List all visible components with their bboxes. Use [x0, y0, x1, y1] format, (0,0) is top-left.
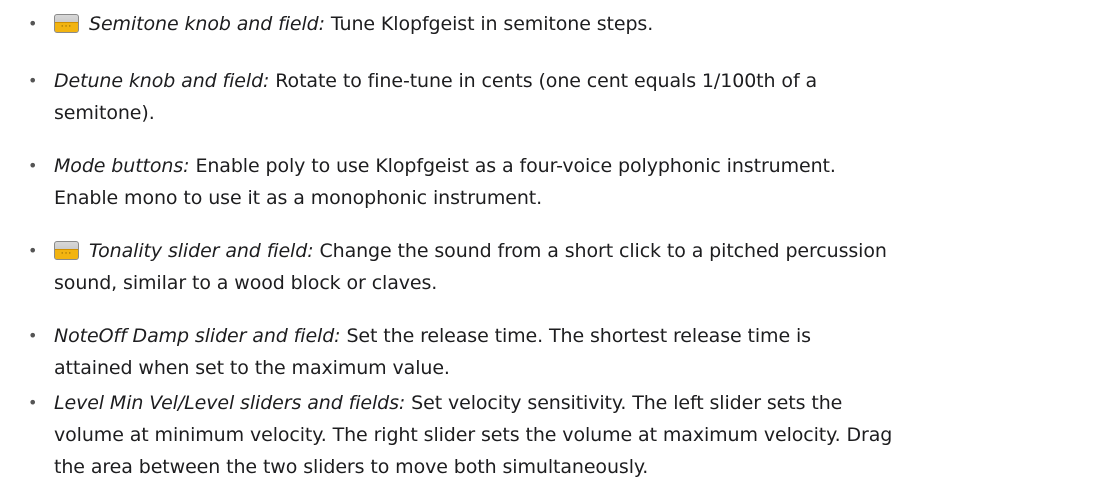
list-item-text: Level Min Vel/Level sliders and fields: …	[54, 387, 1054, 483]
item-term: Detune knob and field:	[54, 70, 270, 92]
item-description-continued: Enable mono to use it as a monophonic in…	[54, 187, 543, 209]
list-item-text-continued: sound, similar to a wood block or claves…	[54, 267, 1054, 299]
bullet-icon: •	[28, 156, 38, 175]
item-description-continued: volume at minimum velocity. The right sl…	[54, 424, 893, 446]
item-description: Set the release time. The shortest relea…	[346, 325, 811, 347]
item-term: NoteOff Damp slider and field:	[54, 325, 341, 347]
item-description: Change the sound from a short click to a…	[319, 240, 887, 262]
quick-access-icon: ···	[54, 14, 79, 33]
item-term: Mode buttons:	[54, 155, 190, 177]
list-item-text: Detune knob and field: Rotate to fine-tu…	[54, 65, 1054, 129]
item-term: Level Min Vel/Level sliders and fields:	[54, 392, 406, 414]
item-term: Tonality slider and field:	[89, 240, 314, 262]
list-item-text: Mode buttons: Enable poly to use Klopfge…	[54, 150, 1054, 214]
bullet-icon: •	[28, 71, 38, 90]
bullet-icon: •	[28, 326, 38, 345]
list-item-text: Tonality slider and field: Change the so…	[89, 235, 1089, 267]
item-description: Tune Klopfgeist in semitone steps.	[330, 13, 654, 35]
quick-access-icon: ···	[54, 241, 79, 260]
list-item-text: Semitone knob and field: Tune Klopfgeist…	[89, 8, 1089, 40]
item-description-continued: semitone).	[54, 102, 155, 124]
item-description-continued: attained when set to the maximum value.	[54, 357, 450, 379]
item-description-continued-2: the area between the two sliders to move…	[54, 456, 649, 478]
document-body: • ··· Semitone knob and field: Tune Klop…	[0, 0, 1096, 483]
item-description: Rotate to fine-tune in cents (one cent e…	[275, 70, 818, 92]
bullet-icon: •	[28, 14, 38, 33]
item-description: Set velocity sensitivity. The left slide…	[411, 392, 843, 414]
list-item-text: NoteOff Damp slider and field: Set the r…	[54, 320, 1054, 384]
item-description-continued: sound, similar to a wood block or claves…	[54, 272, 438, 294]
item-term: Semitone knob and field:	[89, 13, 325, 35]
bullet-icon: •	[28, 241, 38, 260]
item-description: Enable poly to use Klopfgeist as a four-…	[195, 155, 836, 177]
bullet-icon: •	[28, 393, 38, 412]
